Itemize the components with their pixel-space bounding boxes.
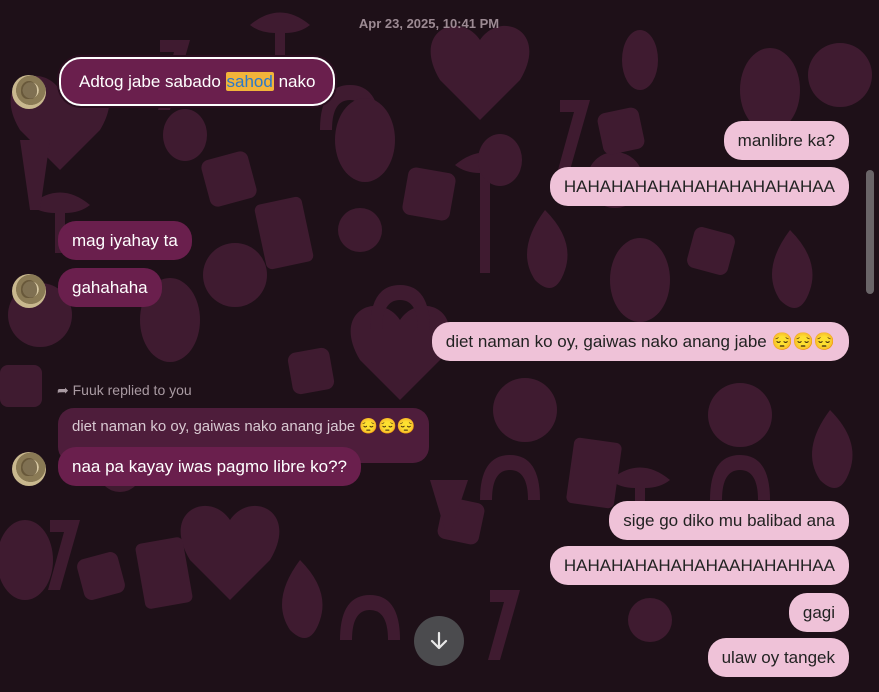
- outgoing-message[interactable]: gagi: [788, 593, 849, 632]
- outgoing-message[interactable]: manlibre ka?: [723, 121, 849, 160]
- outgoing-message[interactable]: HAHAHAHAHAHAHAAHAHAHHAA: [549, 546, 849, 585]
- incoming-message[interactable]: naa pa kayay iwas pagmo libre ko??: [58, 447, 361, 486]
- scrollbar-thumb[interactable]: [866, 170, 874, 294]
- chat-area: Apr 23, 2025, 10:41 PM Adtog jabe sabado…: [0, 0, 879, 692]
- incoming-message[interactable]: Adtog jabe sabado sahod nako: [59, 57, 336, 106]
- contact-avatar[interactable]: [12, 75, 46, 109]
- highlighted-word: sahod: [225, 72, 274, 91]
- message-text: nako: [273, 72, 316, 91]
- outgoing-message[interactable]: sige go diko mu balibad ana: [609, 501, 849, 540]
- outgoing-message[interactable]: ulaw oy tangek: [707, 638, 849, 677]
- contact-avatar[interactable]: [12, 274, 46, 308]
- reply-label-text: Fuuk replied to you: [72, 382, 192, 398]
- contact-avatar[interactable]: [12, 452, 46, 486]
- outgoing-message[interactable]: HAHAHAHAHAHAHAHAHAHAHAA: [549, 167, 849, 206]
- outgoing-message[interactable]: diet naman ko oy, gaiwas nako anang jabe…: [431, 322, 849, 361]
- arrow-down-icon: [430, 631, 448, 650]
- message-timestamp: Apr 23, 2025, 10:41 PM: [358, 16, 500, 31]
- incoming-message[interactable]: mag iyahay ta: [58, 221, 192, 260]
- scroll-to-bottom-button[interactable]: [414, 616, 464, 666]
- reply-arrow-icon: ➦: [57, 382, 69, 398]
- incoming-message[interactable]: gahahaha: [58, 268, 162, 307]
- message-text: Adtog jabe sabado: [79, 72, 226, 91]
- reply-header: ➦ Fuuk replied to you: [57, 382, 192, 399]
